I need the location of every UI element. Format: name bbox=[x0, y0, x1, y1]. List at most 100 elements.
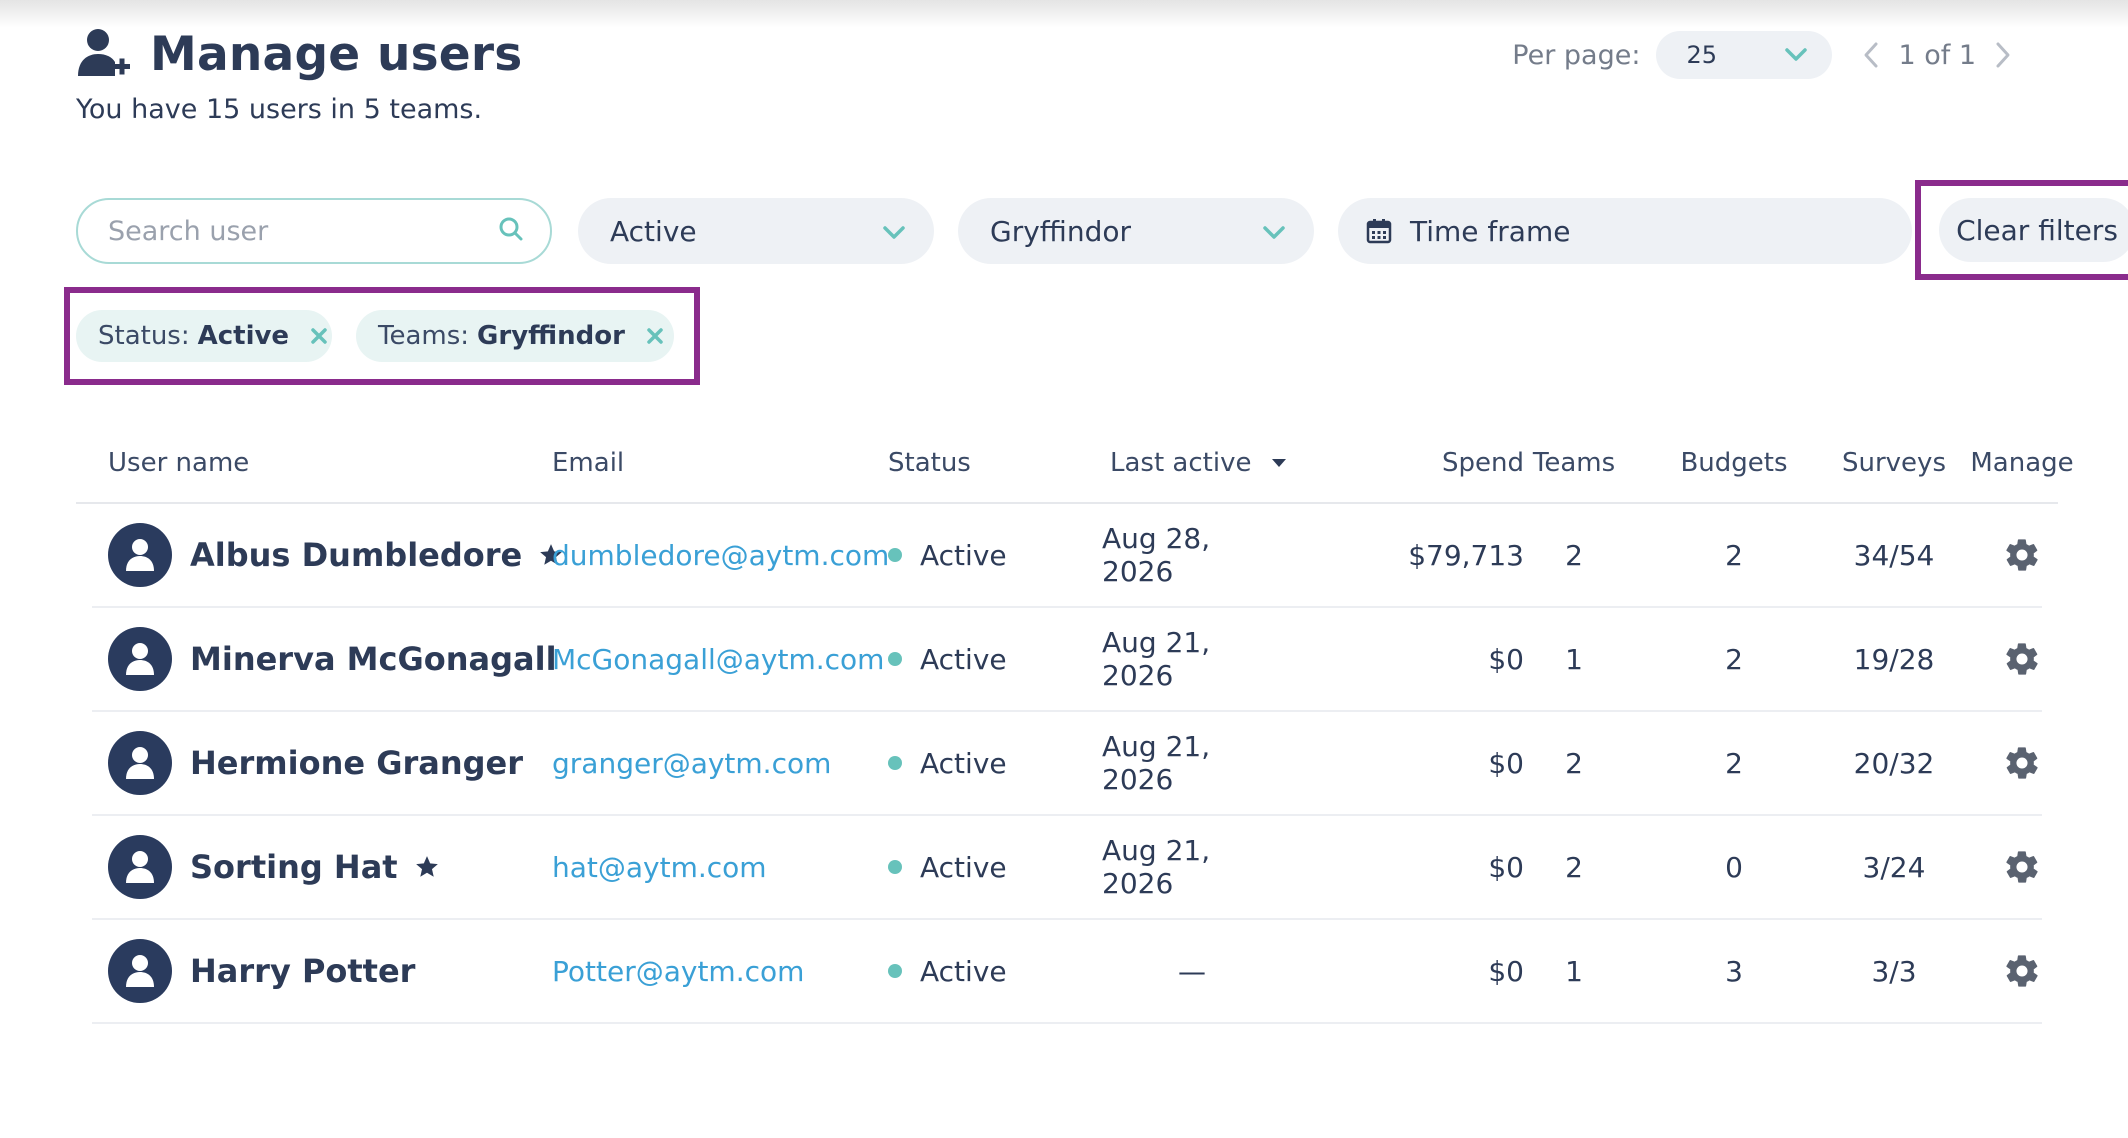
column-header-status[interactable]: Status bbox=[888, 448, 971, 478]
manage-cell bbox=[1942, 816, 2102, 918]
last-active-cell: Aug 21, 2026 bbox=[1102, 730, 1211, 796]
chevron-left-icon bbox=[1864, 42, 1878, 68]
team-filter-dropdown[interactable]: Gryffindor bbox=[958, 198, 1314, 264]
avatar bbox=[108, 523, 172, 587]
spend-cell: $0 bbox=[1488, 642, 1524, 676]
next-page-button[interactable] bbox=[1988, 40, 2018, 70]
teams-cell: 2 bbox=[1565, 746, 1583, 780]
chevron-down-icon bbox=[1784, 41, 1808, 69]
gear-icon[interactable] bbox=[2003, 952, 2041, 990]
status-text: Active bbox=[920, 850, 1007, 884]
star-icon bbox=[414, 854, 440, 880]
remove-filter-icon[interactable] bbox=[309, 326, 329, 346]
email-link[interactable]: dumbledore@aytm.com bbox=[552, 504, 889, 606]
spend-cell: $0 bbox=[1488, 746, 1524, 780]
budgets-cell: 0 bbox=[1725, 850, 1743, 884]
user-cell: Hermione Granger bbox=[108, 712, 523, 814]
search-box bbox=[76, 198, 552, 264]
teams-cell: 2 bbox=[1565, 538, 1583, 572]
avatar bbox=[108, 939, 172, 1003]
status-text: Active bbox=[920, 746, 1007, 780]
calendar-icon bbox=[1366, 218, 1392, 244]
email-link[interactable]: McGonagall@aytm.com bbox=[552, 608, 884, 710]
teams-cell: 1 bbox=[1565, 642, 1583, 676]
user-cell: Sorting Hat bbox=[108, 816, 440, 918]
user-name[interactable]: Minerva McGonagall bbox=[190, 640, 557, 678]
status-filter-chip: Status: Active bbox=[76, 310, 332, 362]
column-header-teams[interactable]: Teams bbox=[1496, 448, 1652, 478]
per-page-select[interactable]: 25 bbox=[1656, 31, 1833, 79]
column-header-manage: Manage bbox=[1970, 448, 2074, 478]
search-input[interactable] bbox=[108, 215, 498, 247]
active-filters-highlight: Status: Active Teams: Gryffindor bbox=[64, 287, 700, 385]
status-cell: Active bbox=[888, 504, 1007, 606]
gear-icon[interactable] bbox=[2003, 536, 2041, 574]
previous-page-button[interactable] bbox=[1856, 40, 1886, 70]
table-row[interactable]: Albus Dumbledore dumbledore@aytm.com Activ… bbox=[92, 504, 2042, 608]
page-indicator: 1 of 1 bbox=[1898, 39, 1976, 71]
user-name[interactable]: Sorting Hat bbox=[190, 848, 398, 886]
gear-icon[interactable] bbox=[2003, 744, 2041, 782]
last-active-cell: — bbox=[1178, 954, 1206, 988]
status-dot bbox=[888, 860, 902, 874]
filter-bar: Active Gryffindor Time frame Clear filte… bbox=[76, 180, 2128, 280]
user-name[interactable]: Albus Dumbledore bbox=[190, 536, 522, 574]
email-link[interactable]: hat@aytm.com bbox=[552, 816, 767, 918]
status-text: Active bbox=[920, 954, 1007, 988]
chevron-right-icon bbox=[1996, 42, 2010, 68]
status-cell: Active bbox=[888, 608, 1007, 710]
last-active-cell: Aug 21, 2026 bbox=[1102, 626, 1211, 692]
column-header-user-name[interactable]: User name bbox=[108, 448, 249, 478]
spend-cell: $0 bbox=[1488, 850, 1524, 884]
status-cell: Active bbox=[888, 712, 1007, 814]
table-row[interactable]: Minerva McGonagall McGonagall@aytm.com Act… bbox=[92, 608, 2042, 712]
status-cell: Active bbox=[888, 920, 1007, 1022]
last-active-cell: Aug 21, 2026 bbox=[1102, 834, 1211, 900]
column-header-last-active[interactable]: Last active bbox=[1110, 448, 1287, 478]
status-dot bbox=[888, 652, 902, 666]
chip-value: Active bbox=[197, 321, 290, 351]
status-dot bbox=[888, 964, 902, 978]
team-filter-chip: Teams: Gryffindor bbox=[356, 310, 674, 362]
column-label: Last active bbox=[1110, 448, 1252, 478]
team-filter-value: Gryffindor bbox=[990, 214, 1132, 248]
column-header-email[interactable]: Email bbox=[552, 448, 624, 478]
table-row[interactable]: Hermione Granger granger@aytm.com Active Au… bbox=[92, 712, 2042, 816]
status-dot bbox=[888, 548, 902, 562]
status-filter-dropdown[interactable]: Active bbox=[578, 198, 934, 264]
clear-filters-button[interactable]: Clear filters bbox=[1939, 198, 2128, 262]
user-name[interactable]: Harry Potter bbox=[190, 952, 415, 990]
chip-value: Gryffindor bbox=[477, 321, 625, 351]
manage-cell bbox=[1942, 712, 2102, 814]
budgets-cell: 2 bbox=[1725, 746, 1743, 780]
avatar bbox=[108, 627, 172, 691]
sort-desc-icon bbox=[1271, 458, 1287, 468]
spend-cell: $79,713 bbox=[1408, 538, 1524, 572]
user-add-icon bbox=[76, 26, 132, 82]
avatar bbox=[108, 731, 172, 795]
avatar bbox=[108, 835, 172, 899]
column-header-budgets[interactable]: Budgets bbox=[1656, 448, 1812, 478]
teams-cell: 1 bbox=[1565, 954, 1583, 988]
status-dot bbox=[888, 756, 902, 770]
status-filter-value: Active bbox=[610, 214, 697, 248]
page-header: Manage users You have 15 users in 5 team… bbox=[76, 26, 523, 126]
remove-filter-icon[interactable] bbox=[645, 326, 665, 346]
page-title: Manage users bbox=[150, 26, 523, 82]
timeframe-filter[interactable]: Time frame bbox=[1338, 198, 1912, 264]
status-text: Active bbox=[920, 642, 1007, 676]
status-text: Active bbox=[920, 538, 1007, 572]
table-row[interactable]: Sorting Hat hat@aytm.com Active Aug 21, 202… bbox=[92, 816, 2042, 920]
teams-cell: 2 bbox=[1565, 850, 1583, 884]
user-name[interactable]: Hermione Granger bbox=[190, 744, 523, 782]
chip-key: Teams: bbox=[378, 321, 470, 351]
table-row[interactable]: Harry Potter Potter@aytm.com Active — $0 1 3 3/… bbox=[92, 920, 2042, 1024]
gear-icon[interactable] bbox=[2003, 848, 2041, 886]
email-link[interactable]: Potter@aytm.com bbox=[552, 920, 804, 1022]
gear-icon[interactable] bbox=[2003, 640, 2041, 678]
search-icon[interactable] bbox=[498, 216, 524, 246]
user-cell: Albus Dumbledore bbox=[108, 504, 564, 606]
status-cell: Active bbox=[888, 816, 1007, 918]
email-link[interactable]: granger@aytm.com bbox=[552, 712, 831, 814]
page-navigation: 1 of 1 bbox=[1856, 40, 2018, 71]
